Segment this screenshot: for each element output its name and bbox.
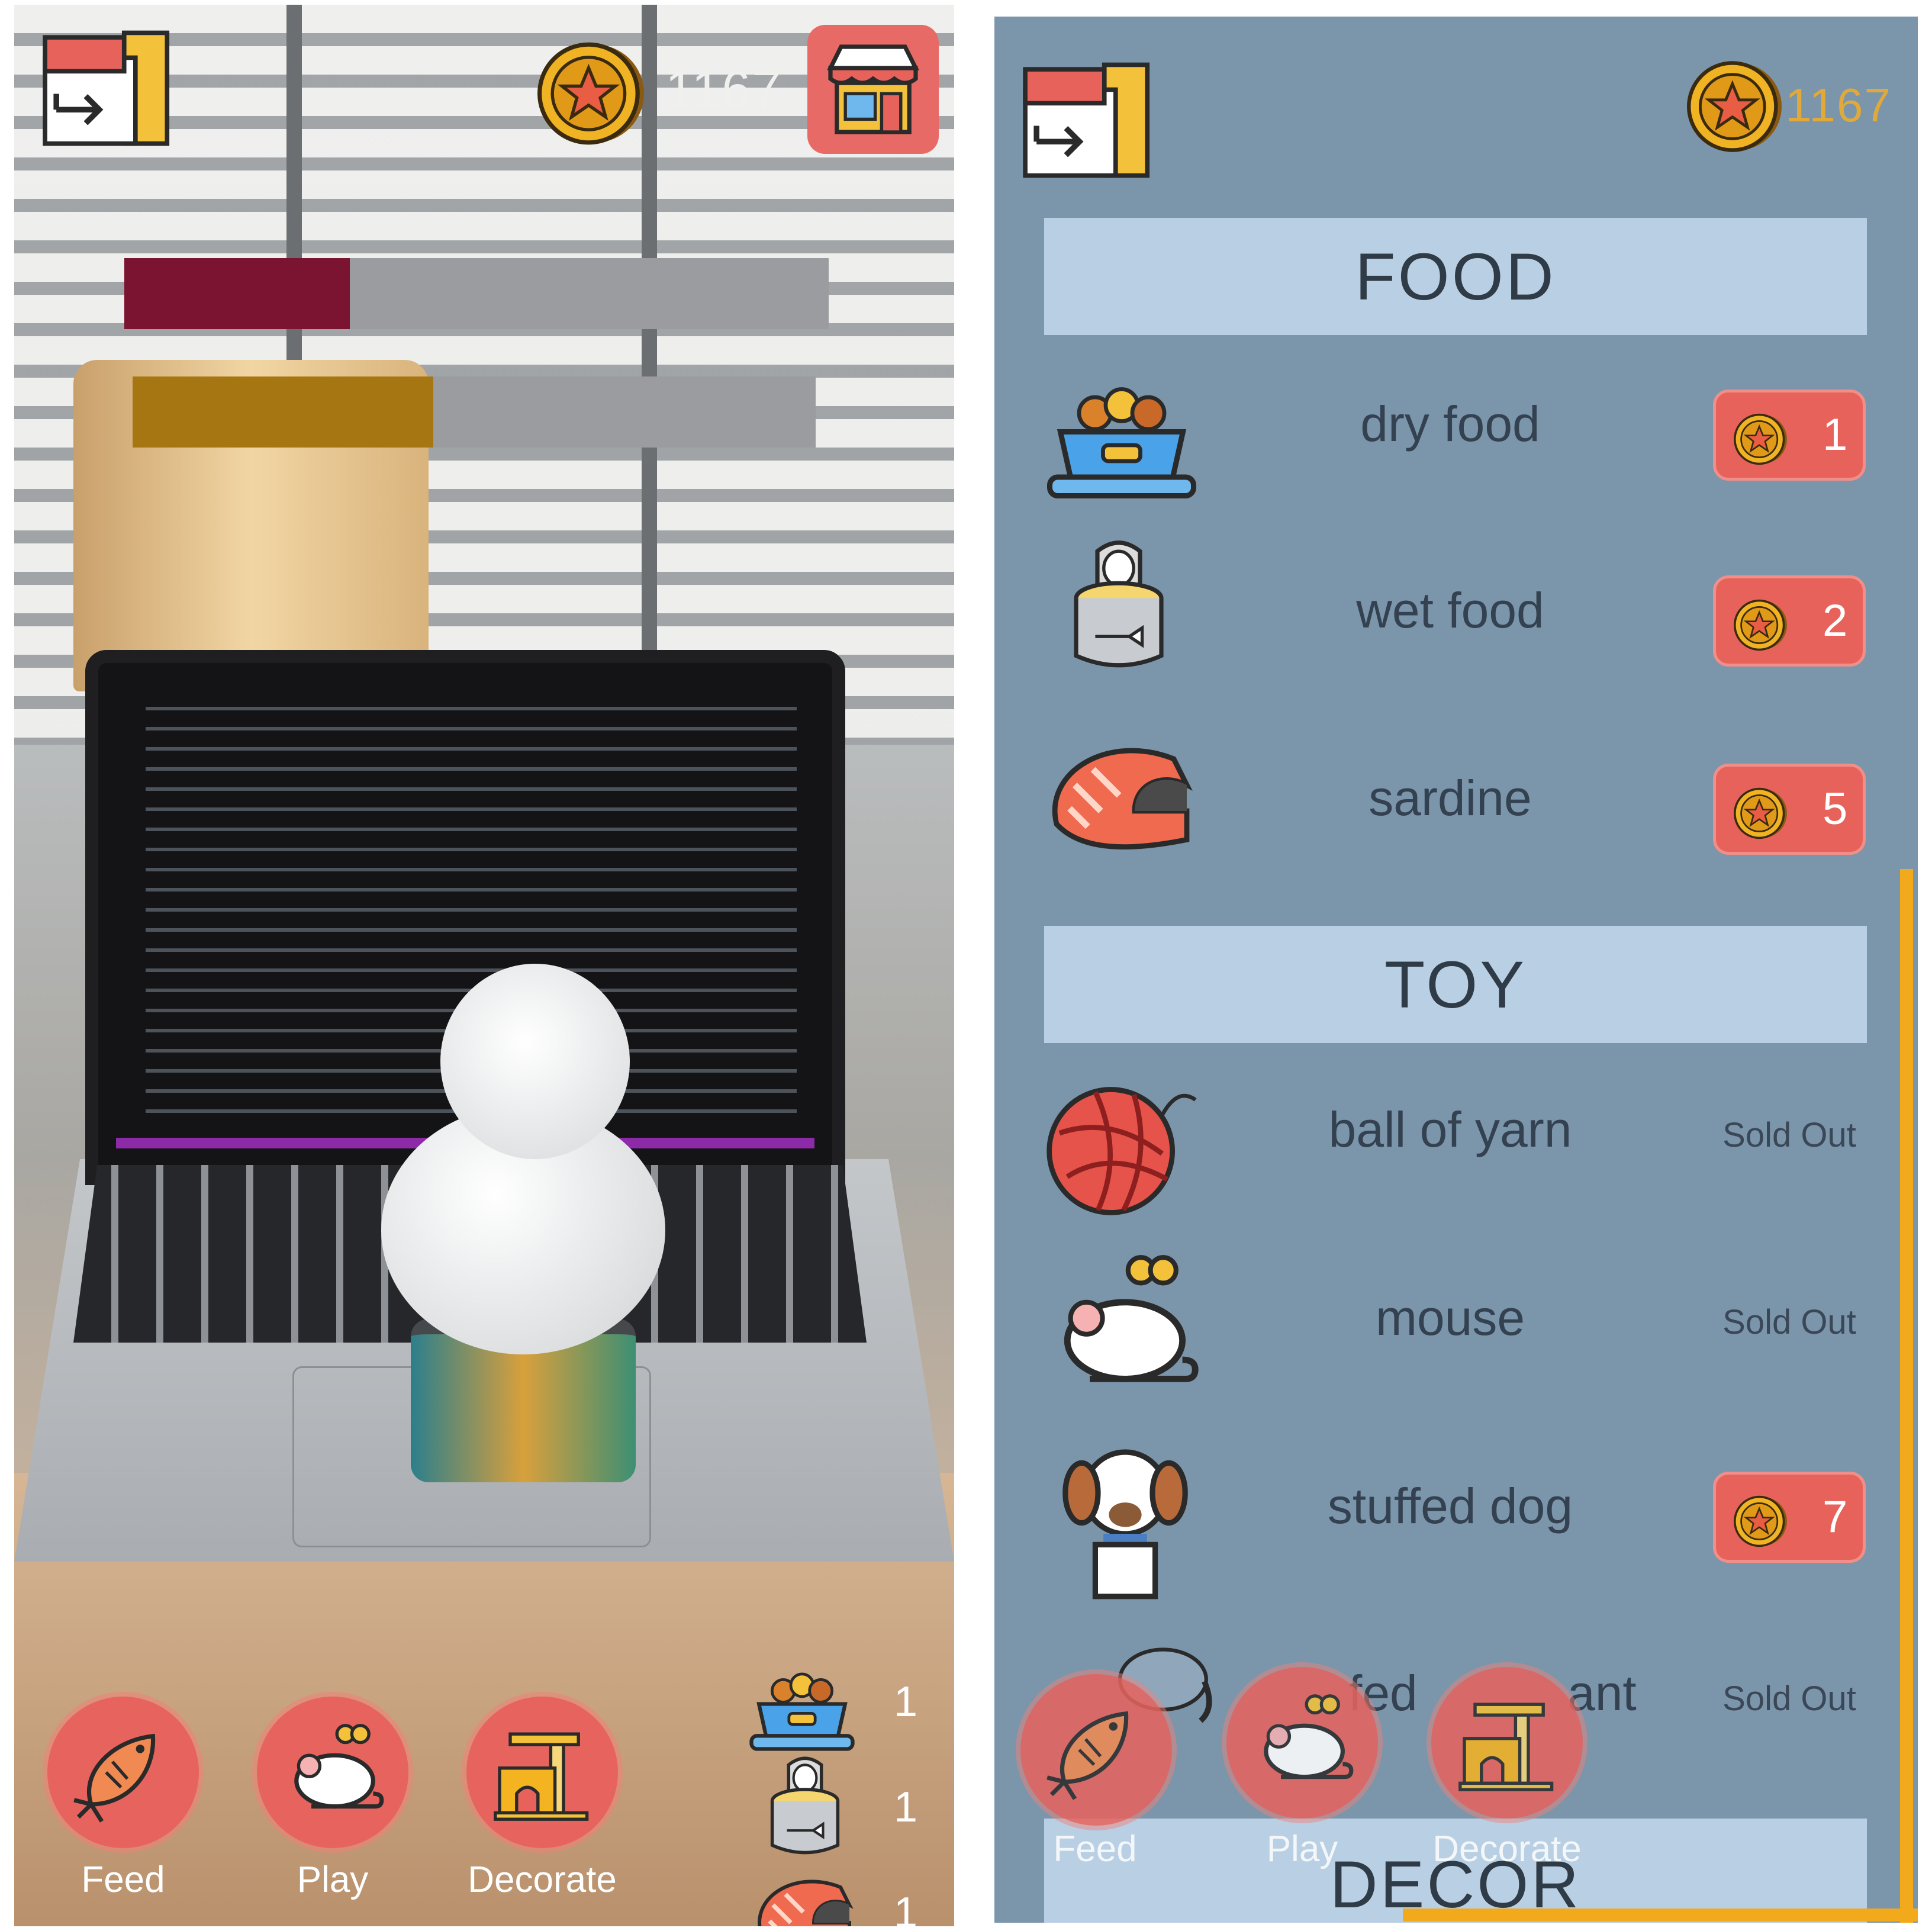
health-bar-fill (124, 258, 350, 329)
feed-button[interactable] (1020, 1674, 1172, 1826)
ar-game-view: 1167 Feed Play Decorate 1 1 1 (14, 5, 954, 1926)
exit-door-icon (1020, 58, 1157, 182)
cat-head (440, 964, 630, 1159)
shop-screen: 1167 FOOD dry food 1 wet food 2 sardine … (994, 17, 1918, 1923)
wet-food-can-icon (764, 1753, 846, 1860)
section-header-toy: TOY (1044, 926, 1867, 1043)
decorate-label: Decorate (468, 1859, 617, 1900)
price-value: 2 (1822, 596, 1848, 646)
play-button[interactable] (1226, 1667, 1378, 1819)
toy-mouse-icon (279, 1719, 386, 1826)
item-name: ball of yarn (1328, 1102, 1572, 1157)
decorate-button[interactable] (1431, 1667, 1583, 1819)
health-bar (124, 258, 829, 329)
coin-count: 1167 (1785, 79, 1892, 131)
exit-door-icon (40, 26, 176, 150)
inventory-count: 1 (894, 1784, 918, 1831)
section-header-food: FOOD (1044, 218, 1867, 335)
exit-button[interactable] (1020, 58, 1157, 182)
inventory-sardine[interactable] (752, 1869, 858, 1926)
feed-label: Feed (1053, 1829, 1137, 1869)
item-name: mouse (1375, 1290, 1525, 1346)
buy-button[interactable]: 2 (1713, 575, 1866, 667)
decorate-button[interactable] (466, 1697, 618, 1848)
coin-count: 1167 (665, 60, 783, 118)
sardine-icon (752, 1869, 858, 1926)
buy-button[interactable]: 5 (1713, 764, 1866, 855)
wet-food-can-icon (1065, 526, 1172, 685)
item-name: sardine (1368, 770, 1532, 826)
item-name: dry food (1360, 396, 1540, 452)
coin-icon (1734, 413, 1787, 466)
fish-icon (70, 1719, 176, 1826)
play-label: Play (297, 1859, 369, 1900)
coin-icon (1734, 1495, 1787, 1548)
sold-out-label: Sold Out (1722, 1679, 1856, 1718)
sold-out-label: Sold Out (1722, 1303, 1856, 1341)
coin-icon (537, 40, 644, 147)
item-name: wet food (1356, 582, 1544, 638)
decorate-label: Decorate (1432, 1829, 1582, 1869)
price-value: 1 (1822, 410, 1848, 460)
hunger-bar-fill (133, 376, 433, 448)
play-label: Play (1266, 1829, 1338, 1869)
fish-icon (1043, 1697, 1149, 1803)
price-value: 7 (1822, 1492, 1848, 1542)
hunger-bar (133, 376, 816, 448)
price-value: 5 (1822, 784, 1848, 834)
inventory-count: 1 (894, 1889, 918, 1926)
dry-food-bowl-icon (746, 1662, 858, 1757)
coin-icon (1734, 787, 1787, 840)
virtual-cat[interactable] (358, 952, 689, 1482)
feed-button[interactable] (47, 1697, 199, 1848)
inventory-count: 1 (894, 1678, 918, 1726)
inventory-dry-food[interactable] (746, 1662, 858, 1757)
coin-icon (1734, 598, 1787, 652)
buy-button[interactable]: 7 (1713, 1472, 1866, 1563)
item-name-fragment: ant (1567, 1665, 1637, 1721)
toy-mouse-icon (1249, 1689, 1355, 1796)
vertical-scrollbar[interactable] (1900, 869, 1913, 1923)
coin-icon (1687, 59, 1782, 154)
shop-button[interactable] (807, 25, 939, 154)
item-name: stuffed dog (1327, 1478, 1573, 1534)
shop-icon (820, 36, 926, 143)
cat-tree-icon (1454, 1689, 1560, 1796)
play-button[interactable] (257, 1697, 408, 1848)
buy-button[interactable]: 1 (1713, 390, 1866, 481)
horizontal-scrollbar[interactable] (1403, 1909, 1918, 1922)
sold-out-label: Sold Out (1722, 1116, 1856, 1154)
cat-tree-icon (489, 1719, 595, 1826)
inventory-wet-food[interactable] (764, 1753, 846, 1860)
feed-label: Feed (81, 1859, 165, 1900)
exit-button[interactable] (40, 26, 176, 150)
